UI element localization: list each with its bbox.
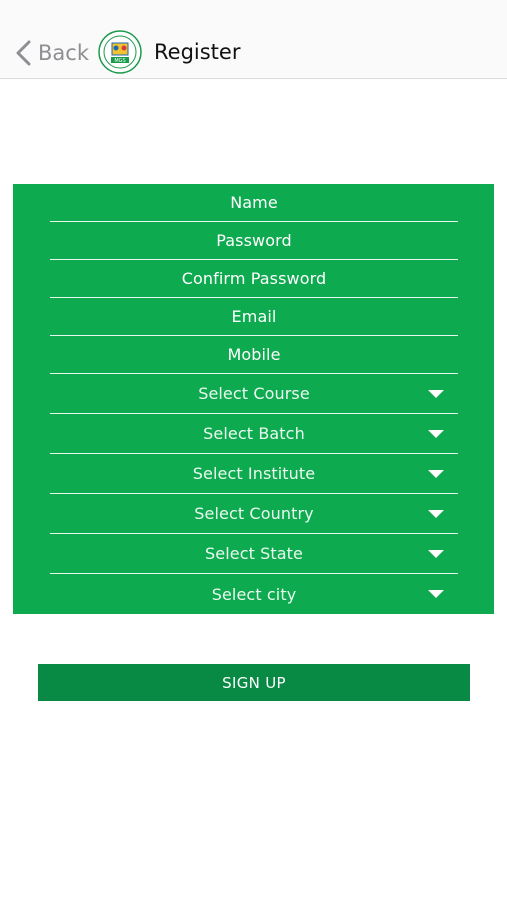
dropdown-arrow-icon xyxy=(428,429,444,438)
navigation-bar: Back MGS Register xyxy=(0,0,507,79)
dropdown-arrow-icon xyxy=(428,590,444,598)
chevron-left-icon xyxy=(16,40,31,66)
city-select[interactable]: Select city xyxy=(50,574,458,614)
batch-select[interactable]: Select Batch xyxy=(50,414,458,454)
city-select-label: Select city xyxy=(211,584,297,604)
sign-up-label: SIGN UP xyxy=(222,673,286,692)
email-field[interactable]: Email xyxy=(50,298,458,336)
logo-text: MGS xyxy=(114,58,125,64)
dropdown-arrow-icon xyxy=(428,469,444,478)
dropdown-arrow-icon xyxy=(428,509,444,518)
app-logo: MGS xyxy=(98,30,142,74)
register-screen: Back MGS Register Name Password Confirm … xyxy=(0,0,507,900)
state-select-label: Select State xyxy=(205,544,303,563)
state-select[interactable]: Select State xyxy=(50,534,458,574)
institute-select-label: Select Institute xyxy=(192,464,316,483)
confirm-password-placeholder: Confirm Password xyxy=(181,269,327,288)
course-select-label: Select Course xyxy=(198,384,310,403)
country-select[interactable]: Select Country xyxy=(50,494,458,534)
sign-up-button[interactable]: SIGN UP xyxy=(38,664,470,701)
dropdown-arrow-icon xyxy=(428,389,444,398)
country-select-label: Select Country xyxy=(194,504,314,523)
registration-form: Name Password Confirm Password Email Mob… xyxy=(13,184,494,614)
confirm-password-field[interactable]: Confirm Password xyxy=(50,260,458,298)
course-select[interactable]: Select Course xyxy=(50,374,458,414)
mobile-placeholder: Mobile xyxy=(227,345,281,364)
dropdown-arrow-icon xyxy=(428,549,444,558)
email-placeholder: Email xyxy=(231,307,277,326)
institute-select[interactable]: Select Institute xyxy=(50,454,458,494)
page-title: Register xyxy=(154,40,241,64)
password-field[interactable]: Password xyxy=(50,222,458,260)
mobile-field[interactable]: Mobile xyxy=(50,336,458,374)
name-field[interactable]: Name xyxy=(50,184,458,222)
batch-select-label: Select Batch xyxy=(203,424,305,443)
name-placeholder: Name xyxy=(230,193,278,212)
password-placeholder: Password xyxy=(216,231,292,250)
back-button[interactable]: Back xyxy=(14,36,89,70)
back-label: Back xyxy=(38,41,89,65)
